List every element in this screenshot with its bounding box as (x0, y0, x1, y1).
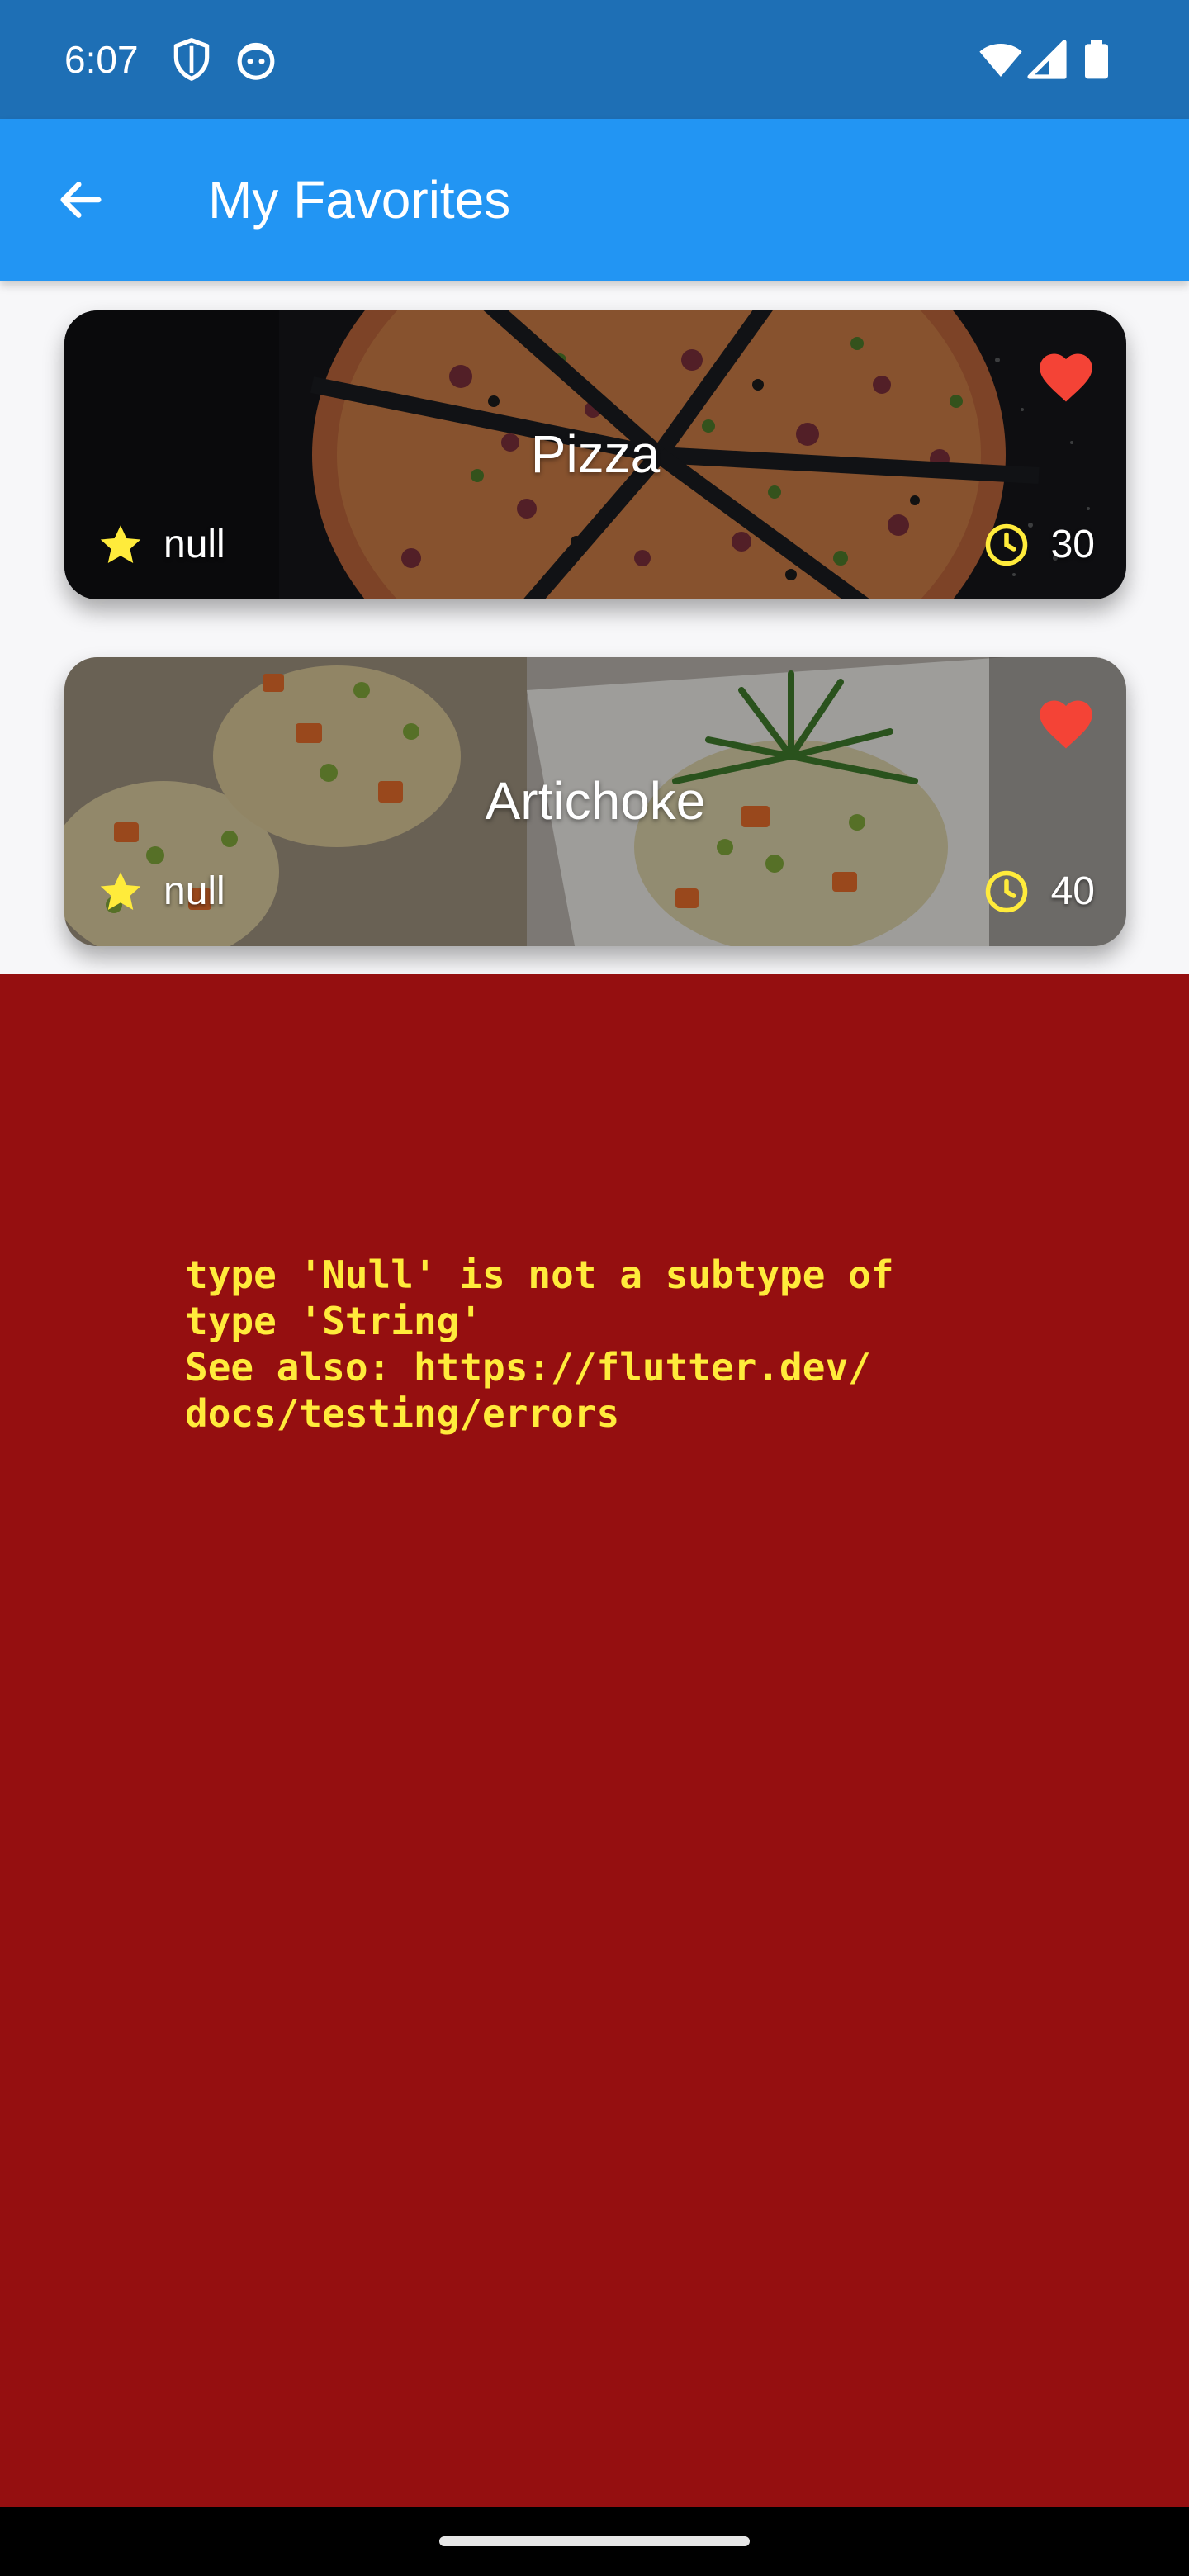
favorite-button[interactable] (1029, 340, 1103, 414)
app-bar: My Favorites (0, 119, 1189, 281)
duration-value: 30 (1050, 523, 1095, 566)
arrow-left-icon (60, 182, 102, 218)
face-icon (237, 42, 275, 80)
meal-rating: null (96, 865, 225, 918)
shield-icon (173, 38, 210, 81)
wifi-icon (979, 44, 1022, 77)
page-title: My Favorites (208, 170, 511, 230)
duration-value: 40 (1050, 869, 1095, 913)
meal-title: Pizza (530, 424, 661, 484)
clock-icon (985, 870, 1027, 913)
meal-rating: null (96, 519, 225, 571)
cellular-icon (1027, 40, 1067, 79)
clock-icon (985, 523, 1027, 566)
meal-duration: 30 (982, 519, 1095, 571)
meal-card-pizza[interactable]: Pizza null 30 (64, 310, 1126, 599)
status-time: 6:07 (64, 38, 139, 81)
meal-duration: 40 (982, 865, 1095, 918)
rating-value: null (163, 523, 225, 566)
battery-icon (1085, 40, 1108, 79)
favorite-button[interactable] (1029, 687, 1103, 761)
back-button[interactable] (40, 159, 122, 241)
meal-title: Artichoke (485, 771, 706, 831)
status-bar: 6:07 (0, 0, 1189, 119)
star-icon (100, 872, 141, 910)
heart-icon (1040, 700, 1092, 749)
error-panel: type 'Null' is not a subtype of type 'St… (0, 974, 1189, 2507)
heart-icon (1040, 353, 1092, 402)
star-icon (100, 525, 141, 563)
error-message: type 'Null' is not a subtype of type 'St… (185, 1252, 894, 1436)
favorites-list: Pizza null 30 Artichoke null 40 (0, 281, 1189, 974)
meal-card-artichoke[interactable]: Artichoke null 40 (64, 657, 1126, 946)
home-indicator[interactable] (439, 2536, 750, 2546)
navigation-bar (0, 2507, 1189, 2576)
rating-value: null (163, 869, 225, 913)
